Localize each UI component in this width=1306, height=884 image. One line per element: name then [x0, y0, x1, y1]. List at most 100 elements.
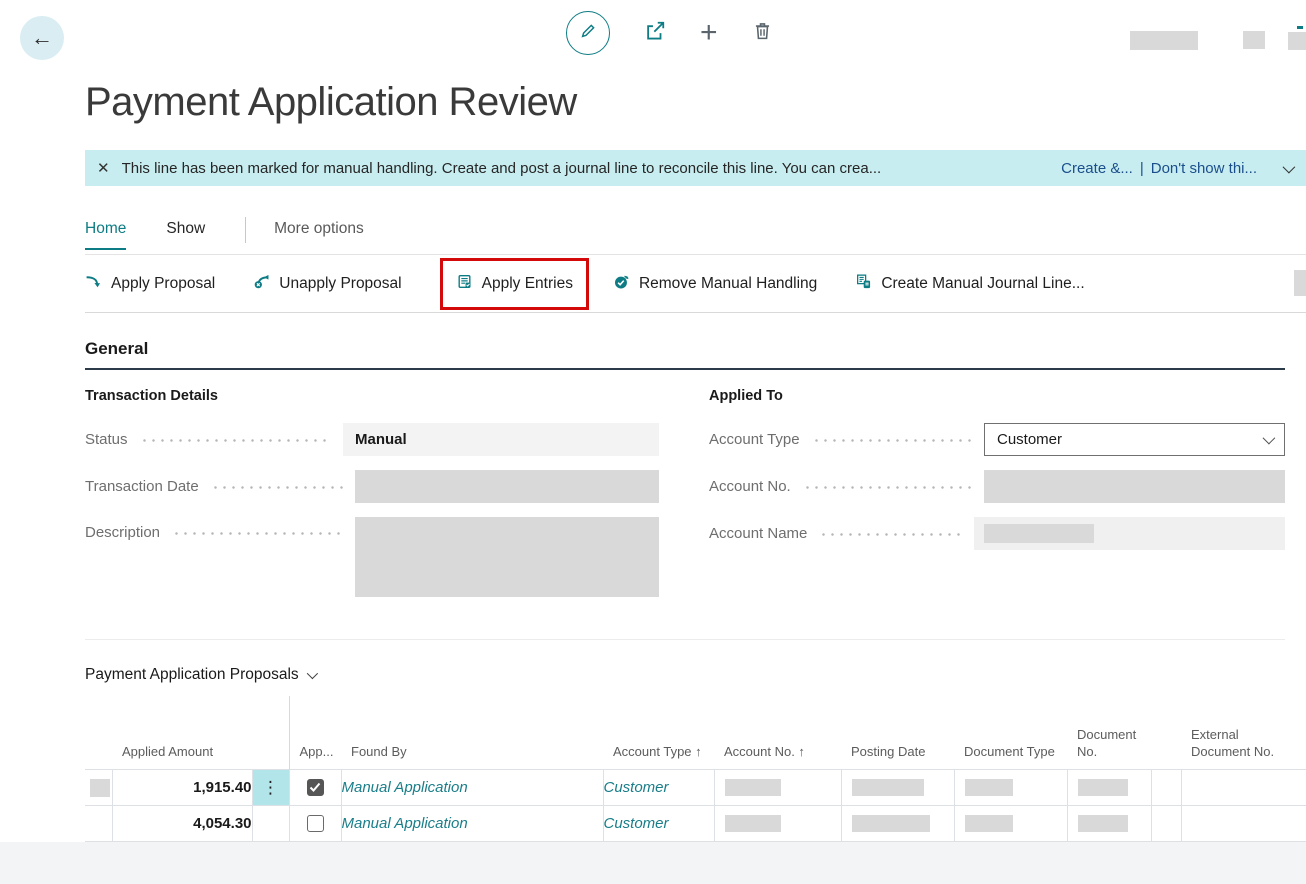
- found-by-header[interactable]: Found By: [341, 696, 603, 770]
- payment-application-review-page: ← + P: [0, 0, 1306, 884]
- account-type-link[interactable]: Customer: [604, 779, 669, 796]
- account-name-field[interactable]: [974, 517, 1285, 550]
- account-name-field-row: Account Name: [709, 517, 1285, 550]
- document-type-cell[interactable]: [954, 770, 1067, 806]
- apply-entries-button[interactable]: Apply Entries: [440, 258, 589, 310]
- redacted-value: [725, 779, 781, 796]
- share-icon: [644, 20, 666, 47]
- document-type-cell[interactable]: [954, 806, 1067, 842]
- chevron-down-icon: [1283, 160, 1296, 173]
- row-menu-cell[interactable]: ⋮: [252, 770, 289, 806]
- row-selector-cell[interactable]: [85, 806, 112, 842]
- applied-checkbox[interactable]: [307, 779, 324, 796]
- transaction-details-group: Transaction Details Status Manual Transa…: [85, 388, 659, 611]
- edit-button[interactable]: [566, 11, 610, 55]
- account-no-cell[interactable]: [714, 770, 841, 806]
- remove-manual-handling-icon: [613, 273, 630, 295]
- account-no-field-row: Account No.: [709, 470, 1285, 503]
- applied-checkbox[interactable]: [307, 815, 324, 832]
- general-rule: [85, 368, 1285, 370]
- redacted-toolbar-item: [1130, 31, 1198, 50]
- description-field[interactable]: [355, 517, 659, 597]
- apply-proposal-icon: [85, 273, 102, 295]
- redacted-value: [852, 815, 930, 832]
- account-type-cell: Customer: [603, 806, 714, 842]
- redacted-value: [1078, 815, 1128, 832]
- transaction-date-field[interactable]: [355, 470, 659, 503]
- status-field-row: Status Manual: [85, 423, 659, 456]
- back-button[interactable]: ←: [20, 16, 64, 60]
- document-no-header[interactable]: Document No.: [1067, 696, 1151, 770]
- document-no-cell[interactable]: [1067, 770, 1151, 806]
- tab-divider: [245, 217, 246, 243]
- chevron-down-icon: [306, 668, 317, 679]
- tab-more-options[interactable]: More options: [274, 220, 364, 248]
- share-button[interactable]: [644, 20, 666, 47]
- row-menu-cell[interactable]: [252, 806, 289, 842]
- table-row: 4,054.30 Manual Application Customer: [85, 806, 1306, 842]
- proposals-heading-label: Payment Application Proposals: [85, 666, 299, 684]
- account-type-header[interactable]: Account Type ↑: [603, 696, 714, 770]
- action-label: Remove Manual Handling: [639, 275, 817, 293]
- action-label: Apply Entries: [482, 275, 573, 293]
- account-type-dropdown[interactable]: Customer: [984, 423, 1285, 456]
- spacer-cell: [1151, 770, 1181, 806]
- create-manual-journal-line-button[interactable]: Create Manual Journal Line...: [855, 273, 1084, 295]
- posting-date-header[interactable]: Posting Date: [841, 696, 954, 770]
- tab-home[interactable]: Home: [85, 220, 126, 250]
- account-type-link[interactable]: Customer: [604, 815, 669, 832]
- document-type-header[interactable]: Document Type: [954, 696, 1067, 770]
- account-no-label: Account No.: [709, 478, 791, 495]
- delete-button[interactable]: [752, 20, 773, 46]
- banner-expand-button[interactable]: [1283, 160, 1292, 177]
- table-row: 1,915.40 ⋮ Manual Application Customer: [85, 770, 1306, 806]
- account-type-field-row: Account Type Customer: [709, 423, 1285, 456]
- unapply-proposal-button[interactable]: Unapply Proposal: [253, 273, 401, 295]
- external-document-no-header[interactable]: External Document No.: [1181, 696, 1306, 770]
- spacer-column-header: [1151, 696, 1181, 770]
- document-no-cell[interactable]: [1067, 806, 1151, 842]
- pencil-icon: [579, 22, 597, 45]
- account-no-field[interactable]: [984, 470, 1285, 503]
- action-bar: Apply Proposal Unapply Proposal Apply En…: [85, 255, 1306, 313]
- banner-action-link[interactable]: Create &...: [1061, 160, 1133, 177]
- proposals-heading[interactable]: Payment Application Proposals: [85, 666, 1306, 684]
- banner-dismiss-link[interactable]: Don't show thi...: [1151, 160, 1257, 177]
- external-document-no-cell[interactable]: [1181, 806, 1306, 842]
- unapply-proposal-icon: [253, 273, 270, 295]
- status-value: Manual: [343, 423, 659, 456]
- row-selector-cell[interactable]: [85, 770, 112, 806]
- account-no-header[interactable]: Account No. ↑: [714, 696, 841, 770]
- page-title: Payment Application Review: [85, 74, 1306, 130]
- banner-link-separator: |: [1140, 160, 1144, 177]
- applied-amount-header[interactable]: Applied Amount: [112, 696, 252, 770]
- action-label: Unapply Proposal: [279, 275, 401, 293]
- transaction-details-heading: Transaction Details: [85, 388, 659, 404]
- external-document-no-cell[interactable]: [1181, 770, 1306, 806]
- account-no-cell[interactable]: [714, 806, 841, 842]
- dotted-leader: [172, 532, 343, 535]
- found-by-link[interactable]: Manual Application: [342, 779, 468, 796]
- back-arrow-icon: ←: [31, 25, 53, 51]
- remove-manual-handling-button[interactable]: Remove Manual Handling: [613, 273, 817, 295]
- posting-date-cell[interactable]: [841, 770, 954, 806]
- applied-amount-cell[interactable]: 1,915.40: [112, 770, 252, 806]
- new-button[interactable]: +: [700, 18, 718, 48]
- plus-icon: +: [700, 18, 718, 48]
- transaction-date-field-row: Transaction Date: [85, 470, 659, 503]
- close-icon[interactable]: ✕: [97, 159, 110, 177]
- apply-proposal-button[interactable]: Apply Proposal: [85, 273, 215, 295]
- posting-date-cell[interactable]: [841, 806, 954, 842]
- tab-show[interactable]: Show: [166, 220, 205, 248]
- applied-amount-cell[interactable]: 4,054.30: [112, 806, 252, 842]
- found-by-cell: Manual Application: [341, 770, 603, 806]
- description-label: Description: [85, 517, 160, 597]
- found-by-link[interactable]: Manual Application: [342, 815, 468, 832]
- redacted-value: [725, 815, 781, 832]
- action-label: Create Manual Journal Line...: [881, 275, 1084, 293]
- action-label: Apply Proposal: [111, 275, 215, 293]
- redacted-value: [1078, 779, 1128, 796]
- applied-checkbox-header[interactable]: App...: [289, 696, 341, 770]
- page-toolbar: +: [566, 0, 773, 66]
- table-header-row: Applied Amount App... Found By Account T…: [85, 696, 1306, 770]
